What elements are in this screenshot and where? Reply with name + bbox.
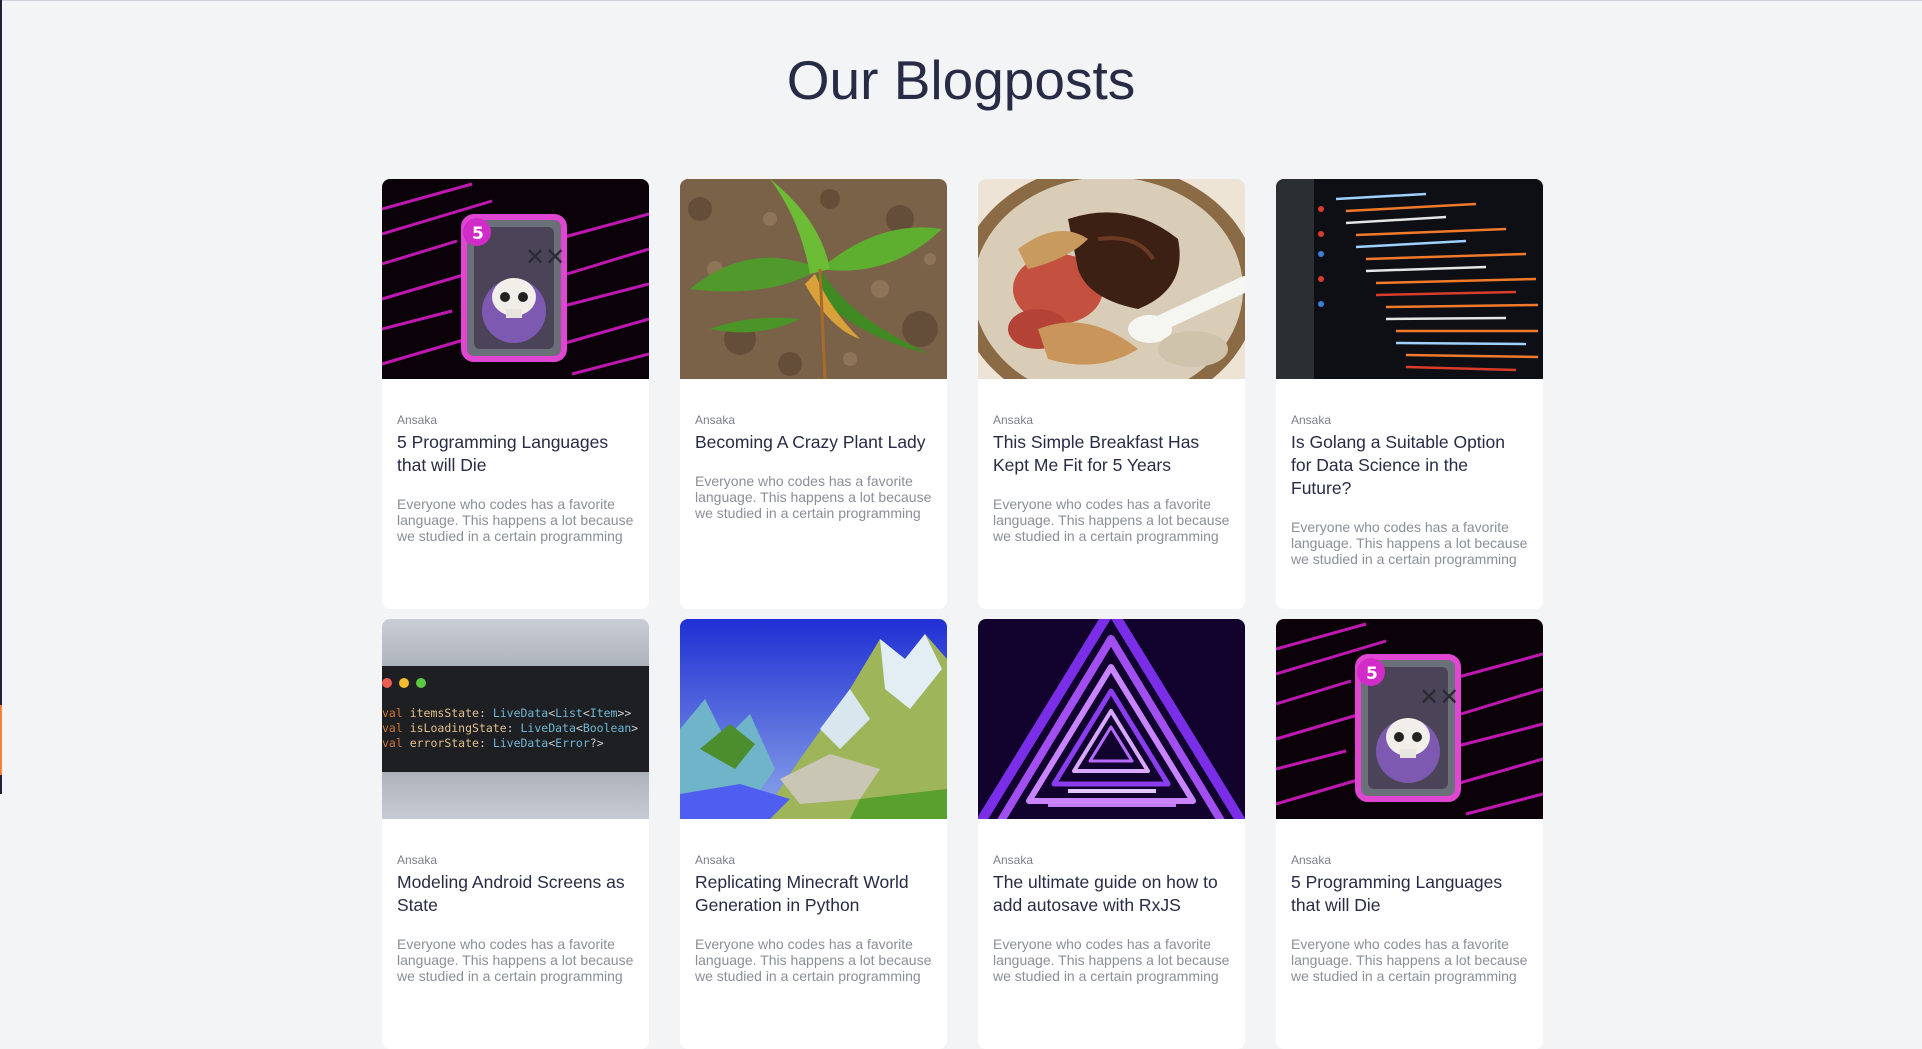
code-token: ?> — [590, 736, 604, 750]
post-excerpt: Everyone who codes has a favorite langua… — [397, 496, 634, 544]
plant-photo — [680, 179, 947, 379]
blog-card[interactable]: Ansaka Replicating Minecraft World Gener… — [680, 619, 947, 1049]
code-token: LiveData — [493, 736, 548, 750]
svg-text:✕✕: ✕✕ — [1419, 683, 1459, 711]
blog-card[interactable]: val itemsState: LiveData<List<Item>> val… — [382, 619, 649, 1049]
code-token: < — [583, 706, 590, 720]
skull-card-icon: ✕✕ 5 — [382, 179, 649, 379]
code-token: isLoadingState — [410, 721, 507, 735]
left-edge-bar — [0, 0, 2, 794]
code-window-icon: val itemsState: LiveData<List<Item>> val… — [382, 619, 649, 819]
post-author: Ansaka — [397, 853, 438, 867]
blog-card[interactable]: Ansaka This Simple Breakfast Has Kept Me… — [978, 179, 1245, 609]
post-author: Ansaka — [695, 413, 736, 427]
post-title[interactable]: 5 Programming Languages that will Die — [397, 431, 634, 477]
post-title[interactable]: 5 Programming Languages that will Die — [1291, 871, 1528, 917]
post-excerpt: Everyone who codes has a favorite langua… — [993, 936, 1230, 984]
post-excerpt: Everyone who codes has a favorite langua… — [1291, 519, 1528, 567]
code-monitor-photo — [1276, 179, 1543, 379]
blog-card[interactable]: ✕✕ 5 Ansaka 5 Programming Languages that… — [1276, 619, 1543, 1049]
blog-card[interactable]: Ansaka Becoming A Crazy Plant Lady Every… — [680, 179, 947, 609]
neon-triangle-tunnel-image — [978, 619, 1245, 819]
post-excerpt: Everyone who codes has a favorite langua… — [397, 936, 634, 984]
code-token: < — [548, 736, 555, 750]
code-token: List — [555, 706, 583, 720]
code-line: val isLoadingState: LiveData<Boolean> — [382, 721, 638, 735]
oatmeal-photo — [978, 179, 1245, 379]
blog-card[interactable]: ✕✕ 5 Ansaka 5 Programming Languages that… — [382, 179, 649, 609]
top-divider — [0, 0, 1922, 1]
code-token: val — [382, 736, 410, 750]
code-token: Boolean — [583, 721, 631, 735]
code-token: LiveData — [521, 721, 576, 735]
code-token: : — [479, 736, 493, 750]
code-token: >> — [617, 706, 631, 720]
code-token: : — [507, 721, 521, 735]
post-title[interactable]: The ultimate guide on how to add autosav… — [993, 871, 1230, 917]
left-edge-accent — [0, 705, 2, 775]
voxel-landscape-image — [680, 619, 947, 819]
post-excerpt: Everyone who codes has a favorite langua… — [1291, 936, 1528, 984]
svg-text:5: 5 — [472, 224, 484, 244]
blog-card[interactable]: Ansaka The ultimate guide on how to add … — [978, 619, 1245, 1049]
post-excerpt: Everyone who codes has a favorite langua… — [695, 936, 932, 984]
post-title[interactable]: Modeling Android Screens as State — [397, 871, 634, 917]
svg-text:✕✕: ✕✕ — [525, 243, 565, 271]
skull-card-icon: ✕✕ 5 — [1276, 619, 1543, 819]
post-title[interactable]: This Simple Breakfast Has Kept Me Fit fo… — [993, 431, 1230, 477]
post-excerpt: Everyone who codes has a favorite langua… — [993, 496, 1230, 544]
blog-grid: ✕✕ 5 Ansaka 5 Programming Languages that… — [382, 179, 1543, 1049]
code-token: Error — [555, 736, 590, 750]
post-author: Ansaka — [993, 853, 1034, 867]
code-token: val — [382, 721, 410, 735]
blog-card[interactable]: Ansaka Is Golang a Suitable Option for D… — [1276, 179, 1543, 609]
post-title[interactable]: Replicating Minecraft World Generation i… — [695, 871, 932, 917]
post-author: Ansaka — [993, 413, 1034, 427]
code-token: : — [479, 706, 493, 720]
code-line: val itemsState: LiveData<List<Item>> — [382, 706, 631, 720]
code-line: val errorState: LiveData<Error?> — [382, 736, 604, 750]
post-author: Ansaka — [1291, 853, 1332, 867]
post-author: Ansaka — [695, 853, 736, 867]
page-title: Our Blogposts — [786, 49, 1136, 111]
post-excerpt: Everyone who codes has a favorite langua… — [695, 473, 932, 521]
post-title[interactable]: Is Golang a Suitable Option for Data Sci… — [1291, 431, 1528, 500]
post-title[interactable]: Becoming A Crazy Plant Lady — [695, 431, 932, 454]
code-token: LiveData — [493, 706, 548, 720]
code-token: itemsState — [410, 706, 479, 720]
code-token: errorState — [410, 736, 479, 750]
code-token: Item — [590, 706, 618, 720]
code-token: val — [382, 706, 410, 720]
code-token: > — [631, 721, 638, 735]
post-author: Ansaka — [1291, 413, 1332, 427]
code-token: < — [548, 706, 555, 720]
code-token: < — [576, 721, 583, 735]
post-author: Ansaka — [397, 413, 438, 427]
svg-text:5: 5 — [1366, 664, 1378, 684]
